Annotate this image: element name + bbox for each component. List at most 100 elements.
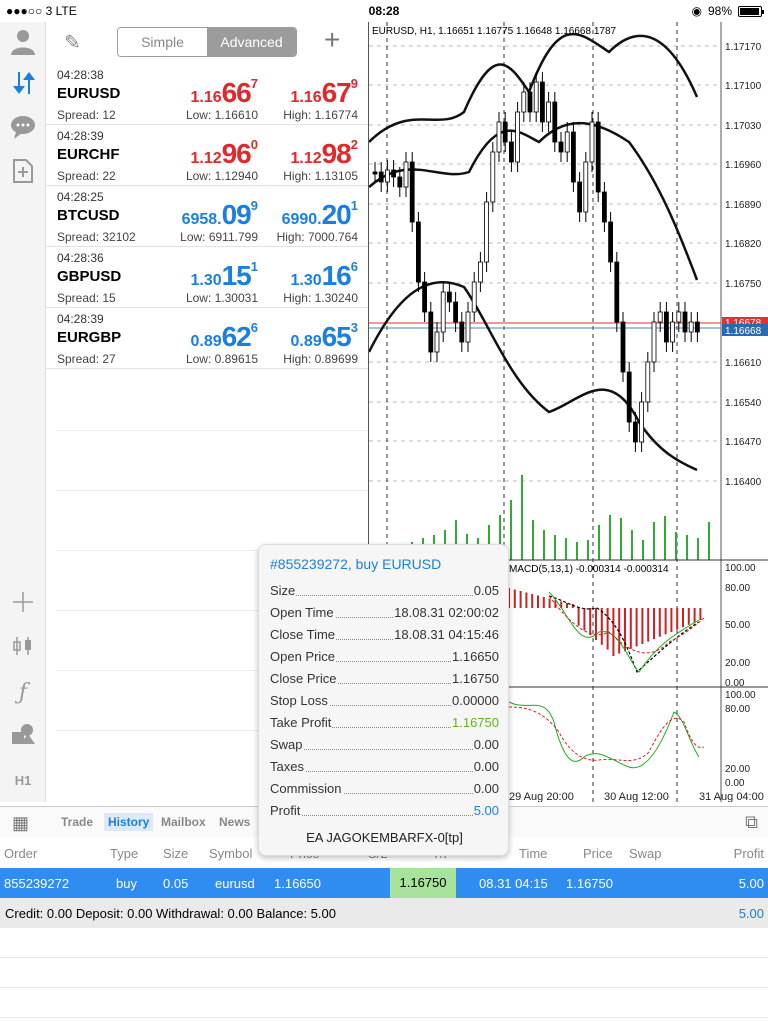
candle-body: [620, 321, 626, 373]
candle-body: [564, 131, 570, 153]
quote-ask[interactable]: 1.30166: [290, 259, 358, 292]
ask-fraction: 6: [350, 259, 358, 274]
crosshair-icon[interactable]: [8, 590, 38, 620]
edit-pencil-icon[interactable]: ✎: [64, 30, 81, 55]
candle-body: [589, 121, 595, 163]
oscillator-label: 0.00: [725, 678, 745, 689]
tab-history[interactable]: History: [104, 813, 154, 831]
candle-body: [595, 121, 601, 193]
stochastic-signal: [508, 706, 705, 761]
tab-mailbox[interactable]: Mailbox: [161, 815, 206, 829]
view-mode-segmented: Simple Advanced: [117, 27, 297, 57]
quote-ask[interactable]: 1.16679: [290, 76, 358, 109]
quote-row-gbpusd[interactable]: 04:28:36 GBPUSD Spread: 15 Low: 1.30031 …: [46, 247, 368, 308]
clock: 08:28: [368, 4, 400, 18]
objects-icon[interactable]: [8, 722, 38, 752]
row-type: buy: [116, 876, 137, 891]
candle-body: [651, 321, 657, 363]
deal-comment: EA JAGOKEMBARFX-0[tp]: [306, 830, 463, 845]
quotes-toolbar: ✎ Simple Advanced +: [46, 22, 368, 62]
quote-ask[interactable]: 6990.201: [282, 198, 358, 231]
quote-bid[interactable]: 6958.099: [182, 198, 258, 231]
candle-body: [533, 81, 539, 113]
detail-value: 0.00000: [451, 693, 499, 708]
new-document-icon[interactable]: [8, 158, 38, 188]
add-symbol-icon[interactable]: +: [324, 24, 340, 56]
detail-value: 18.08.31 04:15:46: [393, 627, 499, 642]
detail-label: Stop Loss: [270, 693, 329, 708]
candle-body: [397, 176, 403, 188]
bid-fraction: 0: [250, 137, 258, 152]
indicator-icon[interactable]: ƒ: [8, 678, 38, 708]
bid-fraction: 9: [250, 198, 258, 213]
candle-body: [663, 311, 669, 343]
time-axis-label: 31 Aug 04:00: [699, 791, 764, 802]
calendar-icon[interactable]: ▦: [12, 813, 29, 834]
quote-row-btcusd[interactable]: 04:28:25 BTCUSD Spread: 32102 Low: 6911.…: [46, 186, 368, 247]
quote-bid[interactable]: 1.30151: [190, 259, 258, 292]
detail-row: Open Time 18.08.31 02:00:02: [270, 605, 499, 623]
detail-label: Commission: [270, 781, 343, 796]
candle-body: [670, 321, 676, 343]
chat-icon[interactable]: [8, 114, 38, 144]
leader-dots: [270, 815, 499, 816]
quote-bid[interactable]: 1.16667: [190, 76, 258, 109]
candle-body: [422, 281, 427, 313]
bid-prefix: 1.30: [190, 272, 222, 289]
simple-mode-button[interactable]: Simple: [118, 28, 207, 56]
quote-ask[interactable]: 0.89653: [290, 320, 358, 353]
quote-spread: Spread: 32102: [57, 230, 136, 244]
oscillator-label: 80.00: [725, 704, 750, 715]
candle-body: [508, 141, 514, 163]
detail-row: Swap 0.00: [270, 737, 499, 755]
status-bar: ●●●○○ 3 LTE 08:28 ◉ 98%: [0, 0, 768, 22]
quote-row-eurusd[interactable]: 04:28:38 EURUSD Spread: 12 Low: 1.16610 …: [46, 64, 368, 125]
col-type: Type: [110, 846, 139, 861]
oscillator-label: 0.00: [725, 778, 745, 789]
table-row[interactable]: 855239272 buy 0.05 eurusd 1.16650 1.1675…: [0, 868, 768, 898]
bid-fraction: 1: [250, 259, 258, 274]
candle-body: [539, 81, 545, 123]
quote-row-eurgbp[interactable]: 04:28:39 EURGBP Spread: 27 Low: 0.89615 …: [46, 308, 368, 369]
tab-news[interactable]: News: [219, 815, 250, 829]
ask-prefix: 1.16: [290, 89, 322, 106]
quote-spread: Spread: 22: [57, 169, 116, 183]
expand-icon[interactable]: ⧉: [745, 812, 758, 833]
quote-bid[interactable]: 1.12960: [190, 137, 258, 170]
quote-ask[interactable]: 1.12982: [290, 137, 358, 170]
quote-high: High: 1.13105: [283, 169, 358, 183]
row-profit: 5.00: [738, 876, 764, 891]
quote-time: 04:28:38: [57, 68, 104, 82]
balance-line: Credit: 0.00 Deposit: 0.00 Withdrawal: 0…: [5, 906, 336, 921]
bid-pips: 09: [221, 199, 252, 230]
candle-body: [546, 101, 552, 123]
quote-low: Low: 0.89615: [185, 352, 258, 366]
timeframe-icon[interactable]: H1: [8, 766, 38, 796]
detail-value: 1.16750: [451, 715, 499, 730]
detail-value: 1.16750: [451, 671, 499, 686]
ask-pips: 65: [321, 321, 352, 352]
advanced-mode-button[interactable]: Advanced: [207, 28, 296, 56]
ask-pips: 16: [321, 260, 352, 291]
candle-body: [496, 121, 502, 153]
candlestick-icon[interactable]: [8, 634, 38, 664]
quote-high: High: 7000.764: [276, 230, 358, 244]
bid-fraction: 6: [250, 320, 258, 335]
candle-body: [645, 361, 651, 403]
quote-symbol: GBPUSD: [57, 268, 122, 285]
quote-bid[interactable]: 0.89626: [190, 320, 258, 353]
deal-details-popup[interactable]: #855239272, buy EURUSD Size 0.05 Open Ti…: [258, 544, 509, 856]
battery-icon: [738, 5, 764, 17]
col-order: Order: [4, 846, 38, 861]
tab-trade[interactable]: Trade: [61, 815, 93, 829]
detail-row: Commission 0.00: [270, 781, 499, 799]
quote-symbol: EURUSD: [57, 85, 121, 102]
row-time: 08.31 04:15: [479, 876, 548, 891]
empty-rows: [0, 928, 768, 1024]
candle-body: [639, 401, 645, 443]
row-size: 0.05: [163, 876, 189, 891]
quote-row-eurchf[interactable]: 04:28:39 EURCHF Spread: 22 Low: 1.12940 …: [46, 125, 368, 186]
quotes-icon[interactable]: [8, 70, 38, 100]
col-time: Time: [519, 846, 548, 861]
account-icon[interactable]: [8, 28, 38, 58]
